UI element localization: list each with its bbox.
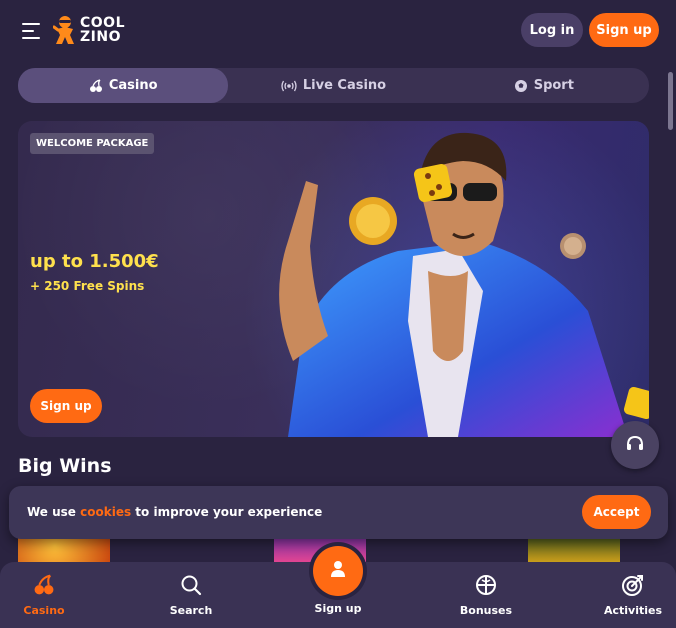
menu-icon[interactable] [22,23,42,39]
tab-sport-label: Sport [533,78,574,93]
support-button[interactable] [611,421,659,469]
bonus-subline: + 250 Free Spins [30,279,145,293]
nav-activities[interactable]: Activities [593,572,673,617]
nav-activities-label: Activities [603,604,663,617]
welcome-banner[interactable]: WELCOME PACKAGE up to 1.500€ + 250 Free … [18,121,649,437]
cherries-icon [33,572,55,598]
nav-bonuses-label: Bonuses [459,604,513,617]
cherries-icon [89,78,103,93]
nav-search[interactable]: Search [151,572,231,617]
nav-search-label: Search [169,604,213,617]
cookie-message: We use cookies to improve your experienc… [27,505,322,519]
logo-mascot-icon [52,15,77,45]
target-icon [621,572,645,598]
user-icon [328,559,348,583]
nav-signup-label: Sign up [314,602,362,615]
coolzino-logo[interactable]: COOL ZINO [52,13,125,47]
tab-casino-label: Casino [108,78,158,93]
big-wins-title: Big Wins [18,455,112,477]
tab-live-casino-label: Live Casino [302,78,387,93]
soccer-ball-icon [514,79,528,93]
broadcast-icon [281,80,297,92]
logo-text-line1: COOL [80,15,125,31]
tab-casino[interactable]: Casino [18,68,229,103]
nav-bonuses[interactable]: Bonuses [446,572,526,617]
top-header: COOL ZINO Log in Sign up [0,0,676,62]
headset-icon [626,435,644,455]
hero-illustration [279,132,649,437]
category-tabs: Casino Live Casino Sport [18,68,649,103]
login-button[interactable]: Log in [521,13,583,47]
accept-cookies-button[interactable]: Accept [582,495,651,529]
cookie-text-before: We use [27,505,81,519]
logo-text-line2: ZINO [80,29,121,45]
signup-button[interactable]: Sign up [589,13,659,47]
cookies-link[interactable]: cookies [80,505,131,519]
page-scrollbar[interactable] [668,62,673,562]
bonus-headline: up to 1.500€ [30,251,159,272]
nav-casino-label: Casino [23,604,65,617]
gift-icon [475,572,497,598]
nav-casino[interactable]: Casino [4,572,84,617]
tab-live-casino[interactable]: Live Casino [228,68,438,103]
welcome-package-badge: WELCOME PACKAGE [30,133,155,154]
banner-signup-button[interactable]: Sign up [30,389,102,423]
nav-signup-button[interactable] [313,546,363,596]
cookie-text-after: to improve your experience [131,505,323,519]
cookie-banner: We use cookies to improve your experienc… [9,486,668,539]
search-icon [180,572,202,598]
tab-sport[interactable]: Sport [439,68,649,103]
